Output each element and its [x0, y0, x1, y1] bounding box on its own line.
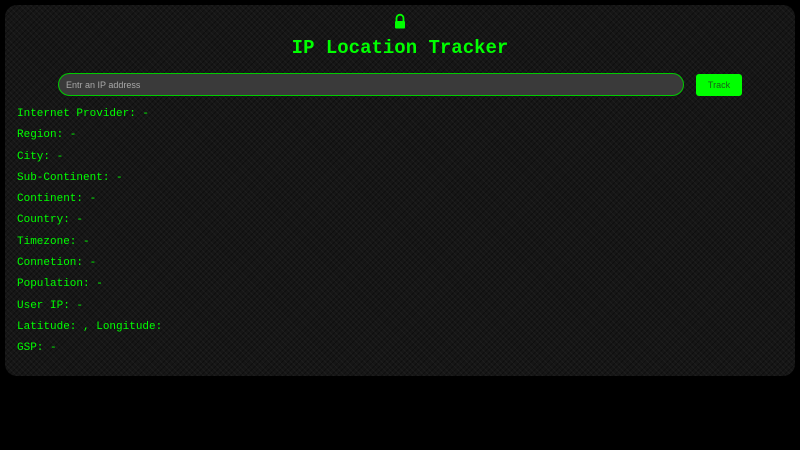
population-row: Population: -: [17, 278, 103, 291]
track-button[interactable]: Track: [696, 74, 742, 96]
sub-continent-row: Sub-Continent: -: [17, 171, 123, 184]
gsp-row: GSP: -: [17, 342, 57, 355]
lock-icon: [395, 13, 405, 29]
country-row: Country: -: [17, 214, 84, 227]
ip-address-input[interactable]: [58, 73, 684, 96]
internet-provider-row: Internet Provider: -: [17, 108, 150, 120]
user-ip-row: User IP: -: [17, 299, 84, 312]
location-info-list: Internet Provider: - Region: - City: - S…: [17, 107, 162, 363]
region-row: Region: -: [17, 129, 77, 142]
page-title: IP Location Tracker: [291, 37, 509, 59]
city-row: City: -: [17, 150, 64, 163]
lat-long-row: Latitude: , Longitude:: [17, 320, 163, 333]
continent-row: Continent: -: [17, 193, 97, 206]
connection-row: Connetion: -: [17, 257, 97, 270]
timezone-row: Timezone: -: [17, 235, 90, 248]
